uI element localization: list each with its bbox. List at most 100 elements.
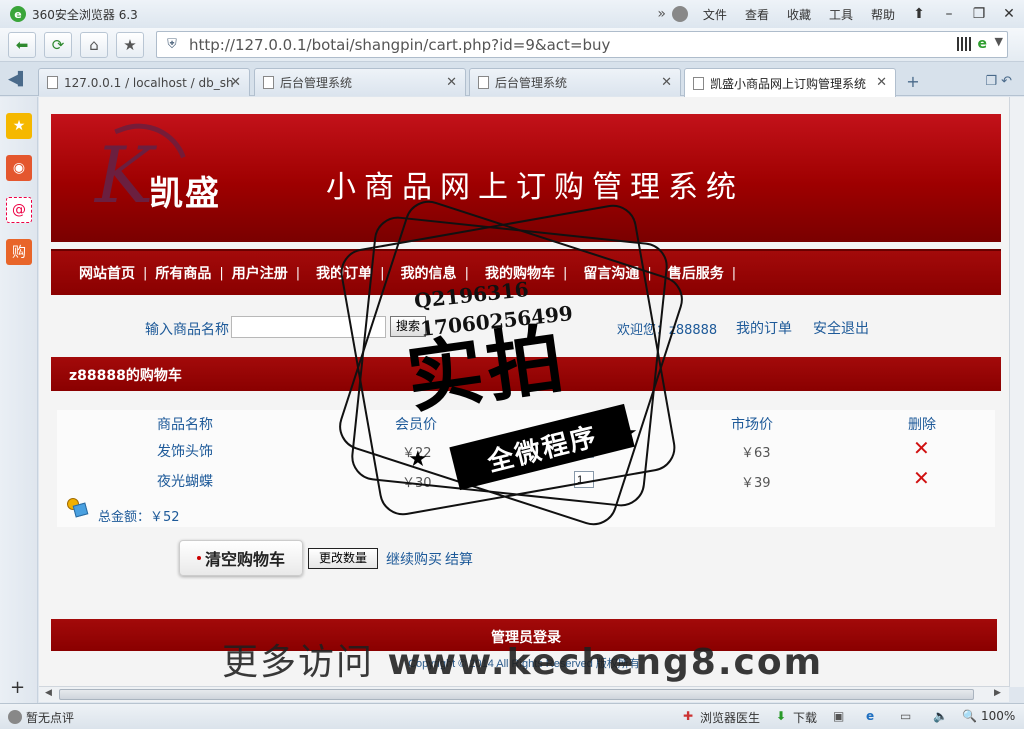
close-tab-icon[interactable]: ✕ bbox=[876, 75, 887, 90]
scroll-right-arrow-icon[interactable]: ▶ bbox=[994, 688, 1001, 698]
horizontal-scrollbar[interactable]: ◀ ▶ bbox=[39, 686, 1009, 702]
tab-label: 后台管理系统 bbox=[495, 76, 568, 90]
row2-member-price: ￥30 bbox=[402, 476, 432, 491]
tab-label: 后台管理系统 bbox=[280, 76, 353, 90]
row2-quantity-input[interactable] bbox=[574, 471, 594, 488]
add-sidebar-item-icon[interactable]: + bbox=[10, 677, 25, 698]
row1-market-price: ￥63 bbox=[741, 446, 771, 461]
pip-icon[interactable]: ▣ bbox=[833, 709, 844, 723]
new-tab-button[interactable]: + bbox=[902, 72, 924, 92]
scroll-left-arrow-icon[interactable]: ◀ bbox=[45, 688, 52, 698]
url-input[interactable] bbox=[189, 35, 929, 54]
nav-my-cart[interactable]: 我的购物车 bbox=[485, 263, 555, 283]
search-input[interactable] bbox=[231, 316, 386, 338]
nav-separator: | bbox=[143, 265, 148, 281]
nav-my-info[interactable]: 我的信息 bbox=[401, 263, 457, 283]
clear-cart-button[interactable]: 清空购物车 bbox=[179, 540, 303, 576]
favorites-star-icon[interactable]: ★ bbox=[6, 113, 32, 139]
nav-separator: | bbox=[380, 265, 385, 281]
ie-mode-icon[interactable]: e bbox=[866, 709, 874, 723]
continue-shopping-link[interactable]: 继续购买 bbox=[386, 549, 442, 569]
user-avatar-icon[interactable] bbox=[671, 6, 688, 22]
tab-tools-icon[interactable]: ❐ ↶ bbox=[985, 74, 1012, 89]
header-member-price: 会员价 bbox=[395, 417, 437, 433]
tab-label: 凯盛小商品网上订购管理系统 bbox=[710, 76, 867, 91]
search-bar: 输入商品名称 搜索 欢迎您：z88888 我的订单 安全退出 bbox=[51, 303, 1001, 347]
vertical-scrollbar[interactable] bbox=[1009, 97, 1024, 687]
close-tab-icon[interactable]: ✕ bbox=[446, 75, 457, 90]
welcome-text: 欢迎您：z88888 bbox=[617, 323, 718, 338]
nav-my-orders[interactable]: 我的订单 bbox=[316, 263, 372, 283]
window-icon[interactable]: ▭ bbox=[900, 709, 911, 723]
update-quantity-button[interactable]: 更改数量 bbox=[308, 548, 378, 569]
minimize-button[interactable]: – bbox=[934, 3, 964, 25]
logout-link[interactable]: 安全退出 bbox=[813, 318, 869, 338]
tab-admin-1[interactable]: 后台管理系统 ✕ bbox=[254, 68, 466, 96]
zoom-icon[interactable]: 🔍 bbox=[962, 709, 977, 723]
status-comment[interactable]: 暂无点评 bbox=[26, 709, 74, 726]
browser-mode-icon[interactable]: e bbox=[978, 36, 988, 52]
tab-shop-active[interactable]: 凯盛小商品网上订购管理系统 ✕ bbox=[684, 68, 896, 97]
header-product-name: 商品名称 bbox=[157, 417, 213, 433]
cart-table: 商品名称 会员价 数量 市场价 删除 发饰头饰 ￥22 ￥63 ✕ 夜光蝴蝶 ￥… bbox=[57, 410, 995, 527]
menu-help[interactable]: 帮助 bbox=[871, 6, 895, 23]
mail-icon[interactable]: @ bbox=[6, 197, 32, 223]
nav-after-sales[interactable]: 售后服务 bbox=[668, 263, 724, 283]
nav-messages[interactable]: 留言沟通 bbox=[583, 263, 639, 283]
back-button[interactable]: ⬅ bbox=[8, 31, 36, 58]
row1-delete-icon[interactable]: ✕ bbox=[913, 436, 930, 460]
search-button[interactable]: 搜索 bbox=[390, 316, 426, 337]
weibo-icon[interactable]: ◉ bbox=[6, 155, 32, 181]
header-delete: 删除 bbox=[908, 417, 936, 433]
document-icon bbox=[478, 76, 489, 89]
address-bar[interactable]: ⛨ e ▼ bbox=[156, 31, 1008, 58]
bill-shape bbox=[72, 502, 89, 518]
checkout-link[interactable]: 结算 bbox=[445, 549, 473, 569]
cart-title: z88888的购物车 bbox=[69, 368, 182, 384]
volume-icon[interactable]: 🔈 bbox=[933, 709, 948, 723]
home-button[interactable]: ⌂ bbox=[80, 31, 108, 58]
my-orders-link[interactable]: 我的订单 bbox=[736, 318, 792, 338]
scrollbar-thumb[interactable] bbox=[59, 689, 974, 700]
search-label: 输入商品名称 bbox=[145, 322, 229, 338]
nav-home[interactable]: 网站首页 bbox=[79, 263, 135, 283]
row2-delete-icon[interactable]: ✕ bbox=[913, 466, 930, 490]
close-tab-icon[interactable]: ✕ bbox=[661, 75, 672, 90]
clear-cart-label: 清空购物车 bbox=[204, 550, 285, 569]
menu-tools[interactable]: 工具 bbox=[829, 6, 853, 23]
zoom-level[interactable]: 100% bbox=[981, 709, 1015, 723]
restore-button[interactable]: ❐ bbox=[964, 3, 994, 25]
header-quantity: 数量 bbox=[569, 417, 597, 433]
menu-file[interactable]: 文件 bbox=[703, 6, 727, 23]
menu-view[interactable]: 查看 bbox=[745, 6, 769, 23]
close-tab-icon[interactable]: ✕ bbox=[230, 75, 241, 90]
close-window-button[interactable]: ✕ bbox=[994, 3, 1024, 25]
nav-separator: | bbox=[464, 265, 469, 281]
nav-separator: | bbox=[219, 265, 224, 281]
row1-quantity-input[interactable] bbox=[574, 441, 594, 458]
nav-separator: | bbox=[562, 265, 568, 281]
row2-product-name[interactable]: 夜光蝴蝶 bbox=[157, 471, 213, 491]
menu-expand-icon[interactable]: » bbox=[657, 6, 666, 22]
browser-doctor[interactable]: 浏览器医生 bbox=[700, 709, 760, 726]
refresh-button[interactable]: ⟳ bbox=[44, 31, 72, 58]
nav-all-products[interactable]: 所有商品 bbox=[155, 263, 211, 283]
download-link[interactable]: 下载 bbox=[793, 709, 817, 726]
comment-icon[interactable] bbox=[8, 710, 22, 724]
favorite-button[interactable]: ★ bbox=[116, 31, 144, 58]
menu-favorites[interactable]: 收藏 bbox=[787, 6, 811, 23]
nav-register[interactable]: 用户注册 bbox=[232, 263, 288, 283]
tab-admin-2[interactable]: 后台管理系统 ✕ bbox=[469, 68, 681, 96]
header-market-price: 市场价 bbox=[731, 417, 773, 433]
browser-title-bar: e 360安全浏览器 6.3 » 文件 查看 收藏 工具 帮助 ⬆ – ❐ ✕ bbox=[0, 0, 1024, 28]
tab-phpmyadmin[interactable]: 127.0.0.1 / localhost / db_sh ✕ bbox=[38, 68, 250, 96]
site-main-nav: 网站首页 | 所有商品 | 用户注册 | 我的订单 | 我的信息 | 我的购物车 | 留言沟… bbox=[51, 249, 1001, 295]
nav-separator: | bbox=[731, 265, 737, 281]
row1-product-name[interactable]: 发饰头饰 bbox=[157, 441, 213, 461]
tab-label: 127.0.0.1 / localhost / db_sh bbox=[64, 75, 234, 90]
pin-icon[interactable]: ⬆ bbox=[904, 3, 934, 25]
sidebar-toggle-icon[interactable]: ◀▌ bbox=[8, 72, 28, 87]
qr-code-icon[interactable] bbox=[957, 37, 971, 51]
chevron-down-icon[interactable]: ▼ bbox=[995, 35, 1003, 48]
shopping-icon[interactable]: 购 bbox=[6, 239, 32, 265]
